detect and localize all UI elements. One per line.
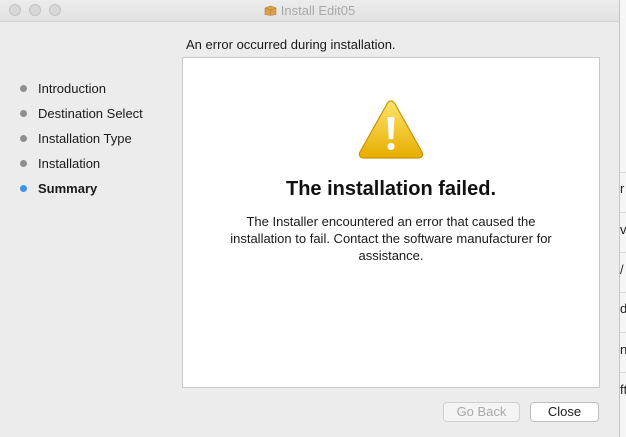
step-label: Summary (38, 181, 98, 196)
close-button[interactable]: Close (530, 402, 599, 422)
step-dot-icon (20, 135, 27, 142)
sidebar-step-installation-type: Installation Type (18, 130, 143, 155)
failure-message: The Installer encountered an error that … (230, 214, 552, 263)
background-text-fragment: / (620, 262, 624, 277)
title-bar[interactable]: Install Edit05 (0, 0, 619, 22)
package-icon (264, 5, 277, 16)
divider (620, 252, 626, 253)
background-window-edge: r v / d n ft (620, 0, 626, 437)
step-label: Destination Select (38, 106, 143, 121)
step-dot-icon (20, 160, 27, 167)
window-title-area: Install Edit05 (0, 3, 619, 18)
content-panel: The installation failed. The Installer e… (182, 57, 600, 388)
step-label: Introduction (38, 81, 106, 96)
failure-title: The installation failed. (285, 178, 497, 200)
sidebar-step-summary: Summary (18, 180, 143, 205)
page-heading: An error occurred during installation. (186, 37, 396, 52)
installer-window: Install Edit05 An error occurred during … (0, 0, 620, 437)
divider (620, 332, 626, 333)
divider (620, 372, 626, 373)
step-dot-active-icon (20, 185, 27, 192)
installer-steps-sidebar: Introduction Destination Select Installa… (18, 80, 143, 205)
sidebar-step-destination-select: Destination Select (18, 105, 143, 130)
step-dot-icon (20, 110, 27, 117)
warning-icon (358, 100, 424, 159)
step-label: Installation (38, 156, 101, 171)
background-text-fragment: r (620, 181, 625, 196)
background-text-fragment: v (620, 222, 626, 237)
window-title: Install Edit05 (280, 3, 356, 18)
divider (620, 172, 626, 173)
step-dot-icon (20, 85, 27, 92)
divider (620, 292, 626, 293)
sidebar-step-introduction: Introduction (18, 80, 143, 105)
background-text-fragment: d (620, 301, 626, 316)
sidebar-step-installation: Installation (18, 155, 143, 180)
divider (620, 212, 626, 213)
step-label: Installation Type (38, 131, 132, 146)
background-text-fragment: n (620, 342, 626, 357)
go-back-button[interactable]: Go Back (443, 402, 520, 422)
background-text-fragment: ft (620, 382, 626, 397)
